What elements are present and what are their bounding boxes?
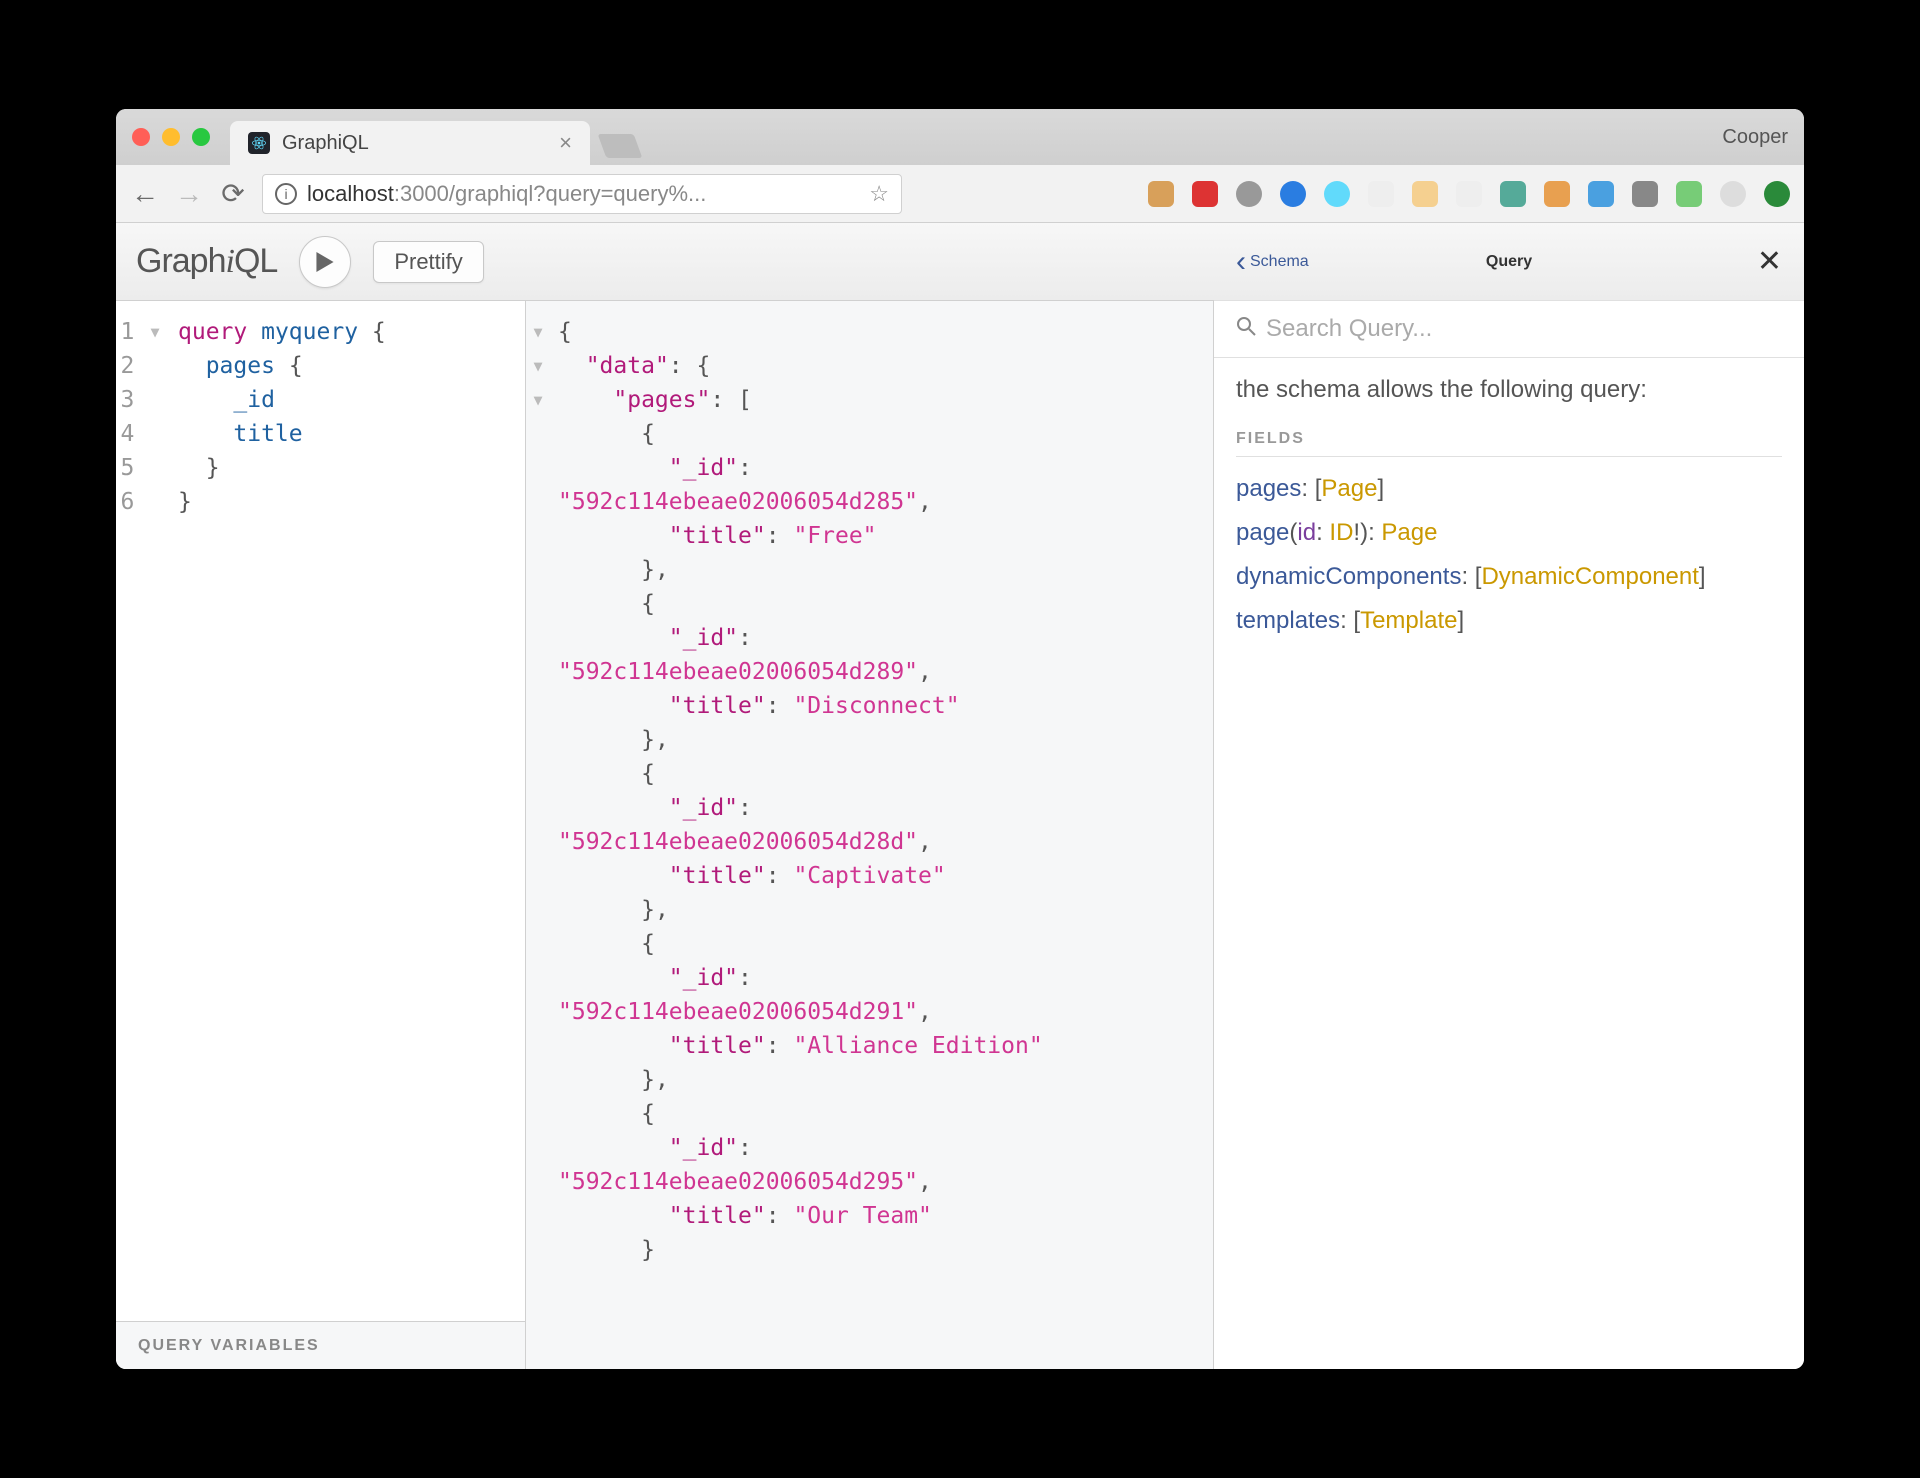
fields-section-label: FIELDS (1236, 430, 1782, 457)
minimize-window-button[interactable] (162, 128, 180, 146)
docs-field-row[interactable]: dynamicComponents: [DynamicComponent] (1236, 563, 1782, 591)
extension-icon[interactable] (1280, 181, 1306, 207)
docs-header: ‹ Schema Query ✕ (1214, 223, 1804, 301)
graphiql-app: GraphiQL Prettify ‹ Schema Query ✕ (116, 223, 1804, 1369)
reload-button[interactable]: ⟳ (218, 177, 248, 210)
docs-back-label: Schema (1250, 253, 1309, 271)
result-pane: ▾▾▾ { "data": { "pages": [ { "_id": "592… (526, 301, 1214, 1369)
extension-icon[interactable] (1500, 181, 1526, 207)
extension-icon[interactable] (1764, 181, 1790, 207)
docs-description: the schema allows the following query: (1236, 376, 1782, 404)
bookmark-star-icon[interactable]: ☆ (869, 181, 889, 207)
search-icon (1236, 315, 1256, 343)
site-info-icon[interactable]: i (275, 183, 297, 205)
back-button[interactable]: ← (130, 178, 160, 210)
titlebar: GraphiQL × Cooper (116, 109, 1804, 165)
extension-icon[interactable] (1456, 181, 1482, 207)
extension-icon[interactable] (1368, 181, 1394, 207)
profile-name[interactable]: Cooper (1722, 126, 1788, 149)
docs-close-icon[interactable]: ✕ (1757, 244, 1782, 279)
close-window-button[interactable] (132, 128, 150, 146)
extension-icon[interactable] (1544, 181, 1570, 207)
docs-field-row[interactable]: templates: [Template] (1236, 607, 1782, 635)
extension-icon[interactable] (1676, 181, 1702, 207)
docs-back-button[interactable]: ‹ Schema (1236, 245, 1309, 279)
result-json[interactable]: { "data": { "pages": [ { "_id": "592c114… (534, 315, 1213, 1267)
result-fold-column: ▾▾▾ (526, 315, 550, 417)
docs-body: the schema allows the following query: F… (1214, 358, 1804, 669)
extension-icon[interactable] (1324, 181, 1350, 207)
docs-search-input[interactable] (1266, 315, 1782, 343)
docs-field-row[interactable]: page(id: ID!): Page (1236, 519, 1782, 547)
traffic-lights (132, 128, 210, 146)
docs-pane: the schema allows the following query: F… (1214, 301, 1804, 1369)
new-tab-button[interactable] (598, 134, 643, 158)
tab-close-icon[interactable]: × (559, 130, 572, 156)
docs-field-row[interactable]: pages: [Page] (1236, 475, 1782, 503)
docs-fields-list: pages: [Page] page(id: ID!): Page dynamicC… (1236, 475, 1782, 635)
favicon-icon (248, 132, 270, 154)
browser-window: GraphiQL × Cooper ← → ⟳ i localhost:3000… (116, 109, 1804, 1369)
url-text: localhost:3000/graphiql?query=query%... (307, 181, 859, 207)
docs-title: Query (1486, 253, 1532, 271)
run-query-button[interactable] (299, 236, 351, 288)
extension-icon[interactable] (1192, 181, 1218, 207)
extension-icon[interactable] (1236, 181, 1262, 207)
tab-title: GraphiQL (282, 132, 369, 155)
play-icon (316, 252, 334, 272)
line-gutter: 1 ▾2 3 4 5 6 (116, 315, 172, 1321)
extension-icon[interactable] (1632, 181, 1658, 207)
panes: 1 ▾2 3 4 5 6 query myquery { pages { _id… (116, 301, 1804, 1369)
graphiql-logo: GraphiQL (136, 242, 277, 281)
extension-icons (924, 181, 1790, 207)
prettify-button[interactable]: Prettify (373, 241, 483, 283)
toolbar: GraphiQL Prettify (116, 223, 1214, 301)
chevron-left-icon: ‹ (1236, 245, 1246, 279)
address-field[interactable]: i localhost:3000/graphiql?query=query%..… (262, 174, 902, 214)
extension-icon[interactable] (1720, 181, 1746, 207)
address-bar-row: ← → ⟳ i localhost:3000/graphiql?query=qu… (116, 165, 1804, 223)
query-editor-pane: 1 ▾2 3 4 5 6 query myquery { pages { _id… (116, 301, 526, 1369)
forward-button[interactable]: → (174, 178, 204, 210)
docs-search (1214, 301, 1804, 358)
extension-icon[interactable] (1148, 181, 1174, 207)
query-variables-bar[interactable]: QUERY VARIABLES (116, 1321, 525, 1369)
query-editor[interactable]: 1 ▾2 3 4 5 6 query myquery { pages { _id… (116, 301, 525, 1321)
query-code[interactable]: query myquery { pages { _id title }} (172, 315, 386, 1321)
extension-icon[interactable] (1588, 181, 1614, 207)
extension-icon[interactable] (1412, 181, 1438, 207)
browser-tab[interactable]: GraphiQL × (230, 121, 590, 165)
maximize-window-button[interactable] (192, 128, 210, 146)
